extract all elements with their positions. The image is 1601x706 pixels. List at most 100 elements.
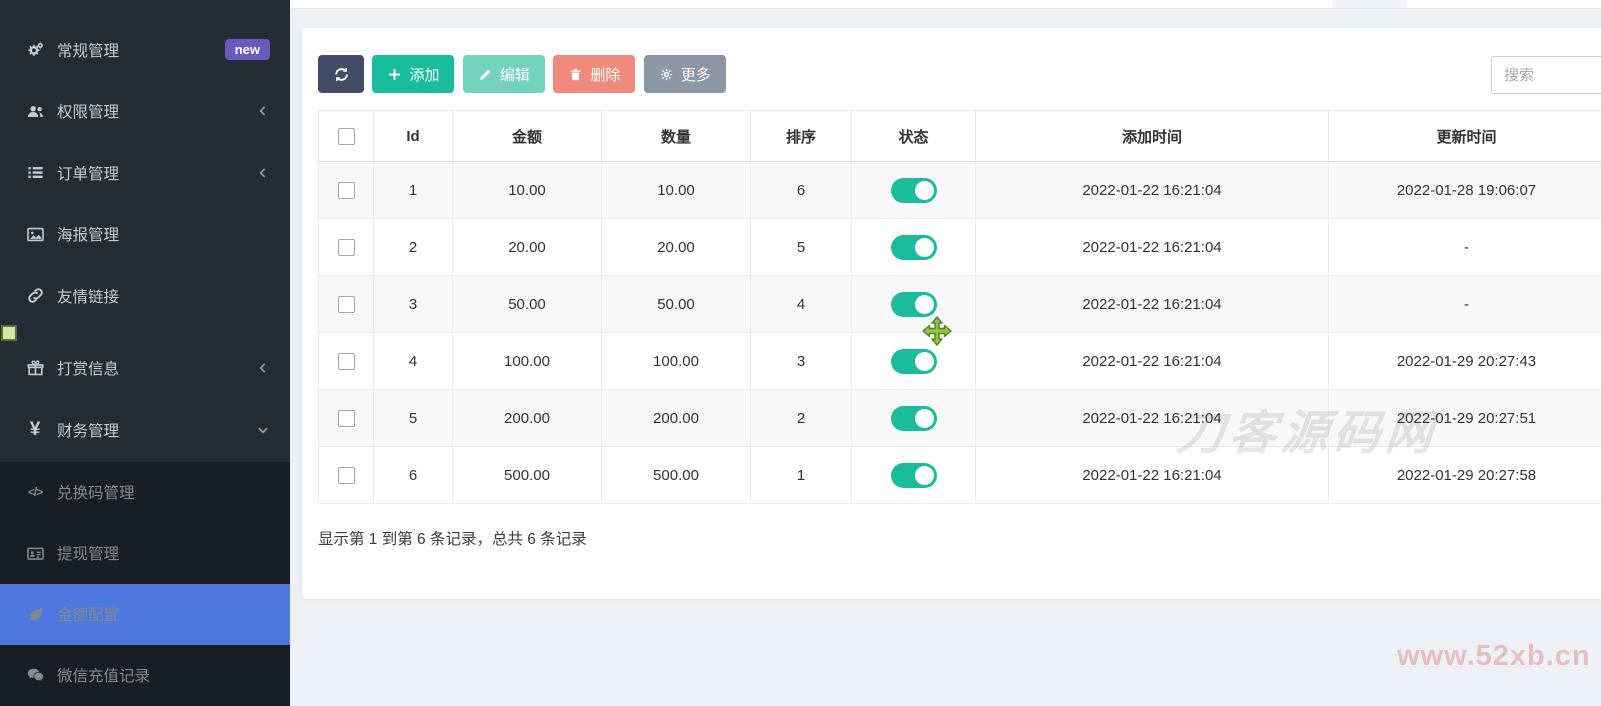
cell-quantity: 500.00 (602, 447, 751, 504)
cell-updated-time: - (1329, 276, 1601, 333)
sidebar-subitem-2[interactable]: 提现管理 (0, 523, 290, 584)
chevron-down-icon (256, 423, 270, 437)
select-all-checkbox[interactable] (338, 128, 355, 145)
row-checkbox[interactable] (338, 467, 355, 484)
sidebar-item-label: 海报管理 (57, 223, 119, 245)
code-icon: </> (23, 481, 47, 503)
cell-quantity: 20.00 (602, 219, 751, 276)
cell-created-time: 2022-01-22 16:21:04 (976, 276, 1329, 333)
wechat-icon (23, 664, 47, 686)
row-checkbox[interactable] (338, 239, 355, 256)
top-strip (290, 0, 1601, 9)
cell-amount: 50.00 (453, 276, 602, 333)
table-row: 3 50.00 50.00 4 2022-01-22 16:21:04 - (319, 276, 1601, 333)
toolbar: 添加 编辑 删除 更多 (318, 55, 1601, 95)
row-checkbox[interactable] (338, 182, 355, 199)
sidebar-item-label: 打赏信息 (57, 357, 119, 379)
delete-button[interactable]: 删除 (553, 55, 635, 93)
table-row: 5 200.00 200.00 2 2022-01-22 16:21:04 20… (319, 390, 1601, 447)
column-header: 数量 (602, 111, 751, 162)
refresh-button[interactable] (318, 55, 364, 93)
list-icon (23, 162, 47, 184)
records-summary: 显示第 1 到第 6 条记录，总共 6 条记录 (318, 527, 587, 549)
sidebar-item-4[interactable]: 海报管理 (0, 204, 290, 266)
sidebar-item-label: 常规管理 (57, 39, 119, 61)
column-header: 排序 (751, 111, 852, 162)
search-input[interactable] (1491, 56, 1601, 94)
cell-amount: 20.00 (453, 219, 602, 276)
sidebar-item-label: 订单管理 (57, 162, 119, 184)
sidebar-item-5[interactable]: 友情链接 (0, 265, 290, 327)
status-toggle[interactable] (891, 178, 937, 203)
cell-id: 6 (374, 447, 453, 504)
delete-button-label: 删除 (590, 64, 620, 85)
sidebar-item-label: 财务管理 (57, 419, 119, 441)
link-icon (23, 285, 47, 307)
cell-id: 4 (374, 333, 453, 390)
cell-updated-time: 2022-01-29 20:27:58 (1329, 447, 1601, 504)
cell-id: 5 (374, 390, 453, 447)
status-toggle[interactable] (891, 463, 937, 488)
add-button[interactable]: 添加 (372, 55, 454, 93)
edit-button[interactable]: 编辑 (463, 55, 545, 93)
sidebar-item-label: 金额配置 (57, 603, 119, 625)
table-row: 6 500.00 500.00 1 2022-01-22 16:21:04 20… (319, 447, 1601, 504)
column-header: Id (374, 111, 453, 162)
sidebar-item-1[interactable]: 常规管理 new (0, 19, 290, 81)
column-header: 更新时间 (1329, 111, 1601, 162)
cell-amount: 10.00 (453, 162, 602, 219)
sidebar-menu: 常规管理 new 权限管理 订单管理 海报管理 友情链接 打赏信息 ¥ 财务管理 (0, 0, 290, 461)
cell-sort: 1 (751, 447, 852, 504)
row-checkbox[interactable] (338, 353, 355, 370)
cell-created-time: 2022-01-22 16:21:04 (976, 219, 1329, 276)
more-button-label: 更多 (681, 64, 711, 85)
gift-icon (23, 357, 47, 379)
sidebar-item-label: 兑换码管理 (57, 481, 135, 503)
cell-id: 3 (374, 276, 453, 333)
cell-quantity: 10.00 (602, 162, 751, 219)
image-icon (23, 223, 47, 245)
sidebar-subitem-1[interactable]: </> 兑换码管理 (0, 462, 290, 523)
plus-icon (387, 67, 402, 82)
leaf-icon (23, 603, 47, 625)
table-header-row: Id金额数量排序状态添加时间更新时间 (319, 111, 1601, 162)
cell-quantity: 100.00 (602, 333, 751, 390)
cell-sort: 2 (751, 390, 852, 447)
more-button[interactable]: 更多 (644, 55, 726, 93)
move-cursor-icon (921, 315, 953, 347)
status-toggle[interactable] (891, 235, 937, 260)
row-checkbox[interactable] (338, 410, 355, 427)
status-toggle[interactable] (891, 406, 937, 431)
sidebar-item-3[interactable]: 订单管理 (0, 142, 290, 204)
cell-created-time: 2022-01-22 16:21:04 (976, 333, 1329, 390)
status-toggle[interactable] (891, 349, 937, 374)
sidebar-item-6[interactable]: 打赏信息 (0, 338, 290, 400)
chevron-left-icon (256, 166, 270, 180)
cell-quantity: 50.00 (602, 276, 751, 333)
sidebar-item-2[interactable]: 权限管理 (0, 81, 290, 143)
cell-updated-time: - (1329, 219, 1601, 276)
users-icon (23, 100, 47, 122)
cell-id: 1 (374, 162, 453, 219)
cell-quantity: 200.00 (602, 390, 751, 447)
cell-amount: 500.00 (453, 447, 602, 504)
row-checkbox[interactable] (338, 296, 355, 313)
sidebar-subitem-3[interactable]: 金额配置 (0, 584, 290, 645)
sidebar-item-7[interactable]: ¥ 财务管理 (0, 399, 290, 461)
status-toggle[interactable] (891, 292, 937, 317)
gears-icon (23, 39, 47, 61)
sidebar-subitem-4[interactable]: 微信充值记录 (0, 645, 290, 706)
yen-icon: ¥ (23, 419, 47, 441)
green-marker (1, 325, 17, 341)
table-row: 2 20.00 20.00 5 2022-01-22 16:21:04 - (319, 219, 1601, 276)
cell-updated-time: 2022-01-29 20:27:51 (1329, 390, 1601, 447)
cell-created-time: 2022-01-22 16:21:04 (976, 162, 1329, 219)
cell-updated-time: 2022-01-29 20:27:43 (1329, 333, 1601, 390)
sidebar-submenu-finance: </> 兑换码管理 提现管理 金额配置 微信充值记录 (0, 462, 290, 706)
sidebar-item-label: 提现管理 (57, 542, 119, 564)
sidebar-item-label: 微信充值记录 (57, 664, 150, 686)
refresh-icon (333, 66, 350, 83)
idcard-icon (23, 542, 47, 564)
cell-id: 2 (374, 219, 453, 276)
chevron-left-icon (256, 104, 270, 118)
